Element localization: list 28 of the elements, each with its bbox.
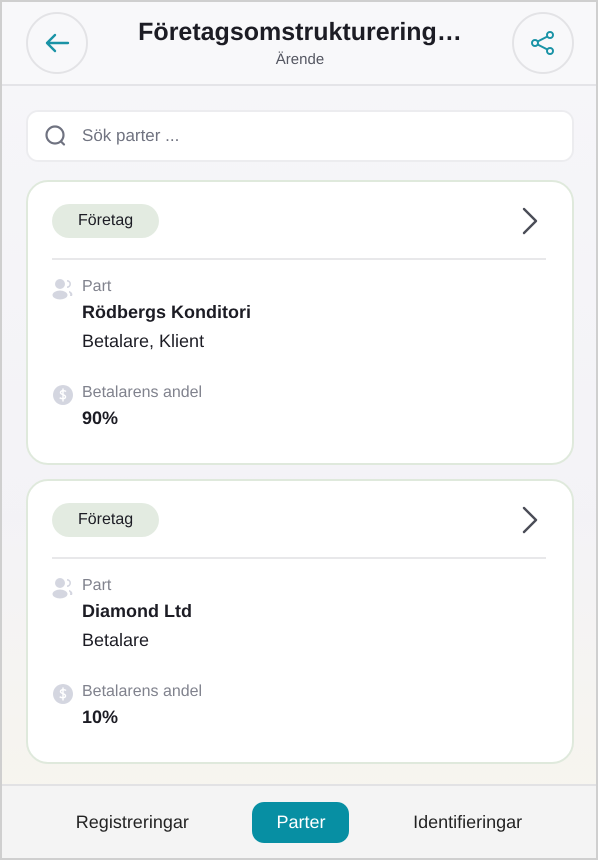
field-label: Part xyxy=(82,577,112,595)
chevron-right-icon[interactable] xyxy=(522,207,538,235)
back-arrow-icon xyxy=(44,33,70,53)
chevron-right-icon[interactable] xyxy=(522,506,538,534)
people-icon xyxy=(52,278,74,300)
page-title: Företagsomstrukturering… xyxy=(138,18,462,47)
field-label: Betalarens andel xyxy=(82,384,202,402)
type-tag: Företag xyxy=(52,503,160,537)
people-icon xyxy=(52,577,74,599)
search-field[interactable]: Sök parter ... xyxy=(26,110,574,162)
tab[interactable]: Identifieringar xyxy=(389,802,546,842)
tab[interactable]: Registreringar xyxy=(52,802,213,842)
party-roles: Betalare, Klient xyxy=(82,331,206,352)
dollar-coin-icon xyxy=(52,683,74,705)
page-subtitle: Ärende xyxy=(276,51,324,68)
field-label: Part xyxy=(82,278,112,296)
tab[interactable]: Parter xyxy=(252,802,350,842)
field-label: Betalarens andel xyxy=(82,683,202,701)
party-card[interactable]: Företag Part Rödbergs Konditori Betalare, Klient Betalarens andel 90% xyxy=(26,180,574,465)
share-icon xyxy=(530,30,556,56)
type-tag: Företag xyxy=(52,204,160,238)
share-value: 10% xyxy=(82,707,120,728)
share-value: 90% xyxy=(82,408,120,429)
dollar-coin-icon xyxy=(52,384,74,406)
party-roles: Betalare xyxy=(82,630,150,651)
party-name: Diamond Ltd xyxy=(82,601,192,622)
party-card[interactable]: Företag Part Diamond Ltd Betalare Betalarens andel 10% xyxy=(26,479,574,764)
party-name: Rödbergs Konditori xyxy=(82,302,251,323)
